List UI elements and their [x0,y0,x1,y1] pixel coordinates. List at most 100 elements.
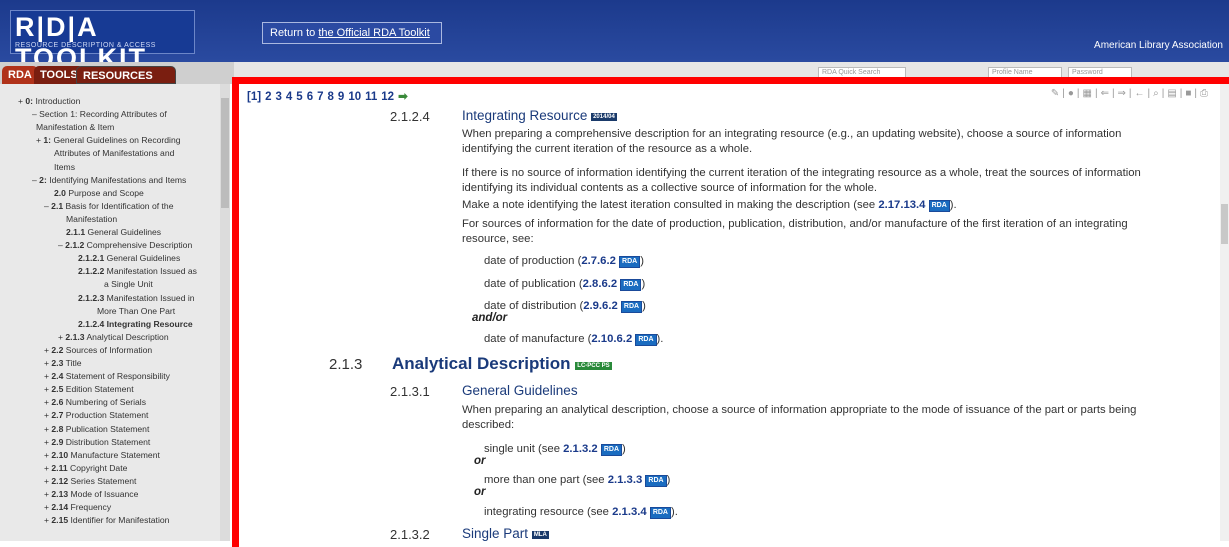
main-content: [1] 2 3 4 5 6 7 8 9 10 11 12 ➡ ✎|●|▦|⇐|⇒|←|⌕|▤|■|⎙ 2… [239,84,1229,541]
toc-item[interactable]: + 2.1.3 Analytical Description [58,332,169,342]
toc-item[interactable]: More Than One Part [97,306,175,316]
text: single unit (see [484,443,564,455]
toc-label: Introduction [33,96,81,106]
lc-pcc-ps-badge[interactable]: LC-PCC PS [575,362,612,370]
toc-item[interactable]: + 2.3 Title [44,358,82,368]
reference-link[interactable]: 2.1.3.3 [608,474,643,486]
toc-item[interactable]: + 2.2 Sources of Information [44,345,152,355]
reference-link[interactable]: 2.1.3.4 [612,506,647,518]
page-link[interactable]: [1] [247,91,261,103]
page-link[interactable]: 6 [307,91,313,103]
toc-item[interactable]: + 1: General Guidelines on Recording [36,135,181,145]
page-link[interactable]: 12 [381,91,394,103]
content-scrollbar[interactable] [1220,84,1229,541]
sidebar-scrollbar[interactable] [220,84,230,541]
toc-item[interactable]: 2.1.2.4 Integrating Resource [78,319,193,329]
toc-label: Items [54,161,76,172]
toc-item[interactable]: + 0: Introduction [18,96,80,106]
next-page-icon[interactable]: ➡ [398,91,408,103]
section-number: 2.1.2.4 [390,109,430,124]
toc-label: Publication Statement [63,423,150,434]
page-link[interactable]: 3 [275,91,281,103]
toc-item[interactable]: 2.1.2.3 Manifestation Issued in [78,293,195,303]
mla-badge[interactable]: MLA [531,531,549,539]
toc-item[interactable]: – 2.1 Basis for Identification of the [44,201,173,211]
toc-item[interactable]: 2.1.1 General Guidelines [66,227,161,237]
toc-item[interactable]: 2.0 Purpose and Scope [54,188,144,198]
revision-badge[interactable]: 2014/04 [591,113,617,121]
toc-item[interactable]: Attributes of Manifestations and [54,148,174,158]
toc-item[interactable]: Items [54,162,75,172]
toc-item[interactable]: 2.1.2.2 Manifestation Issued as [78,266,197,276]
page-link[interactable]: 9 [338,91,344,103]
page-link[interactable]: 8 [328,91,334,103]
main-tabs: RDA TOOLS RESOURCES [0,62,234,84]
toc-item[interactable]: a Single Unit [104,279,153,289]
reference-link[interactable]: 2.7.6.2 [581,255,616,267]
toc-number: 2.1.2.1 [78,253,105,264]
reference-link[interactable]: 2.1.3.2 [563,443,598,455]
text: ) [641,278,646,290]
rda-badge[interactable]: RDA [928,200,950,212]
rda-badge[interactable]: RDA [620,301,643,313]
toc-item[interactable]: + 2.12 Series Statement [44,476,136,486]
toc-item[interactable]: + 2.10 Manufacture Statement [44,450,160,460]
page-link[interactable]: 4 [286,91,292,103]
toc-item[interactable]: + 2.4 Statement of Responsibility [44,371,170,381]
toc-label: Basis for Identification of the [63,200,174,211]
rda-badge[interactable]: RDA [635,334,657,346]
toc-item[interactable]: + 2.6 Numbering of Serials [44,397,146,407]
page-link[interactable]: 7 [317,91,323,103]
toc-number: 2.13 [51,489,69,499]
toc-item[interactable]: Manifestation [66,214,117,224]
conjunction: or [474,455,486,467]
tab-resources[interactable]: RESOURCES [76,66,176,84]
rda-toolkit-logo[interactable]: R|D|A TOOLKIT RESOURCE DESCRIPTION & ACC… [10,10,195,73]
logo-subtitle: RESOURCE DESCRIPTION & ACCESS [15,42,156,49]
toc-item[interactable]: Manifestation & Item [36,122,114,132]
toc-item[interactable]: – 2: Identifying Manifestations and Item… [32,175,186,185]
return-link[interactable]: the Official RDA Toolkit [318,27,429,39]
toc-number: 2: [39,174,47,185]
page-link[interactable]: 10 [348,91,361,103]
toc-label: Analytical Description [84,331,169,342]
text: date of manufacture ( [484,333,592,345]
rda-badge[interactable]: RDA [619,256,641,268]
return-to-toolkit-button[interactable]: Return to the Official RDA Toolkit [262,22,442,44]
rda-badge[interactable]: RDA [600,444,622,456]
toc-item[interactable]: + 2.15 Identifier for Manifestation [44,515,169,525]
toc-label: Comprehensive Description [84,240,193,251]
text: ). [656,333,664,345]
page-link[interactable]: 5 [296,91,302,103]
toc-number: 2.8 [51,423,64,434]
sidebar-scroll-thumb[interactable] [221,98,229,208]
toc-item[interactable]: + 2.13 Mode of Issuance [44,489,138,499]
toc-number: 2.3 [51,358,64,368]
content-toolbar[interactable]: ✎|●|▦|⇐|⇒|←|⌕|▤|■|⎙ [1051,88,1211,99]
toc-number: 2.4 [51,371,64,382]
reference-link[interactable]: 2.8.6.2 [583,278,618,290]
list-item: integrating resource (see 2.1.3.4 RDA). [484,505,1164,520]
page-link[interactable]: 2 [265,91,271,103]
content-scroll-thumb[interactable] [1221,204,1228,244]
toc-item[interactable]: – Section 1: Recording Attributes of [32,109,167,119]
reference-link[interactable]: 2.9.6.2 [583,300,618,312]
toc-item[interactable]: + 2.11 Copyright Date [44,463,127,473]
toc-item[interactable]: 2.1.2.1 General Guidelines [78,253,180,263]
reference-link[interactable]: 2.17.13.4 [878,199,925,211]
rda-badge[interactable]: RDA [649,507,671,519]
toc-item[interactable]: + 2.14 Frequency [44,502,111,512]
section-number: 2.1.3.1 [390,384,430,399]
text: Make a note identifying the latest itera… [462,199,879,211]
toc-item[interactable]: + 2.8 Publication Statement [44,424,149,434]
toc-item[interactable]: + 2.5 Edition Statement [44,384,134,394]
reference-link[interactable]: 2.10.6.2 [591,333,632,345]
toc-item[interactable]: + 2.7 Production Statement [44,410,148,420]
toc-item[interactable]: + 2.9 Distribution Statement [44,437,150,447]
tab-rda[interactable]: RDA [2,66,38,84]
page-link[interactable]: 11 [365,91,377,103]
toc-item[interactable]: – 2.1.2 Comprehensive Description [58,240,192,250]
rda-badge[interactable]: RDA [620,279,642,291]
toc-label: Distribution Statement [63,436,151,447]
rda-badge[interactable]: RDA [645,475,667,487]
